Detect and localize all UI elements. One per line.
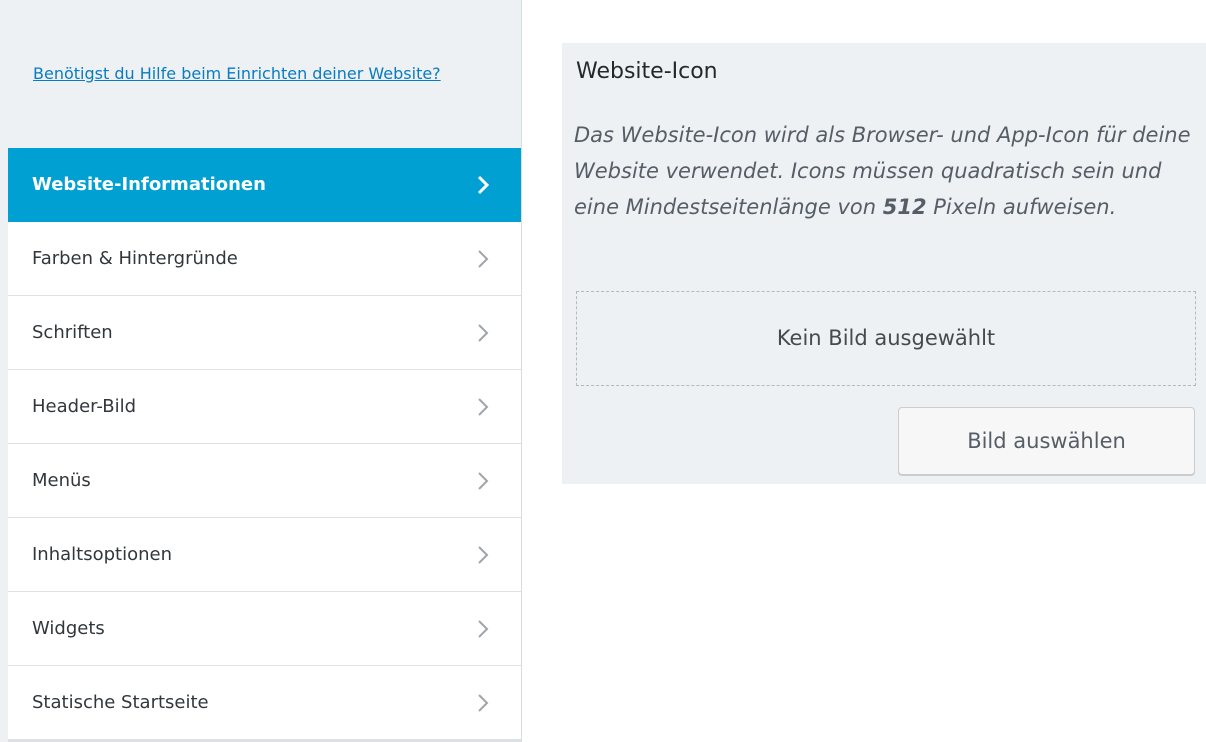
customizer-panel: Benötigst du Hilfe beim Einrichten deine… [0,0,522,742]
help-section: Benötigst du Hilfe beim Einrichten deine… [0,0,521,148]
chevron-right-icon [473,323,493,343]
chevron-right-icon [473,249,493,269]
help-link[interactable]: Benötigst du Hilfe beim Einrichten deine… [33,60,473,87]
chevron-right-icon [473,693,493,713]
customizer-menu: Website-Informationen Farben & Hintergrü… [8,148,521,740]
menu-item-statische-startseite[interactable]: Statische Startseite [8,666,521,740]
chevron-right-icon [473,545,493,565]
menu-item-label: Website-Informationen [32,174,266,195]
control-description: Das Website-Icon wird als Browser- und A… [574,117,1199,225]
menu-item-menues[interactable]: Menüs [8,444,521,518]
menu-item-schriften[interactable]: Schriften [8,296,521,370]
menu-item-label: Widgets [32,618,105,639]
menu-item-label: Inhaltsoptionen [32,544,172,565]
select-image-button[interactable]: Bild auswählen [898,407,1195,475]
chevron-right-icon [473,619,493,639]
menu-item-label: Schriften [32,322,113,343]
image-placeholder[interactable]: Kein Bild ausgewählt [576,291,1196,386]
customizer-screen: Benötigst du Hilfe beim Einrichten deine… [0,0,1206,742]
menu-item-label: Header-Bild [32,396,137,417]
chevron-right-icon [473,397,493,417]
description-min-size: 512 [882,195,927,219]
description-text-end: Pixeln aufweisen. [926,195,1117,219]
menu-item-label: Farben & Hintergründe [32,248,238,269]
menu-item-header-bild[interactable]: Header-Bild [8,370,521,444]
menu-item-website-informationen[interactable]: Website-Informationen [8,148,521,222]
menu-item-widgets[interactable]: Widgets [8,592,521,666]
menu-item-label: Menüs [32,470,91,491]
menu-item-inhaltsoptionen[interactable]: Inhaltsoptionen [8,518,521,592]
chevron-right-icon [473,175,493,195]
chevron-right-icon [473,471,493,491]
menu-item-label: Statische Startseite [32,692,209,713]
site-icon-control: Website-Icon Das Website-Icon wird als B… [562,43,1206,484]
control-title: Website-Icon [576,59,718,84]
menu-item-farben-hintergruende[interactable]: Farben & Hintergründe [8,222,521,296]
